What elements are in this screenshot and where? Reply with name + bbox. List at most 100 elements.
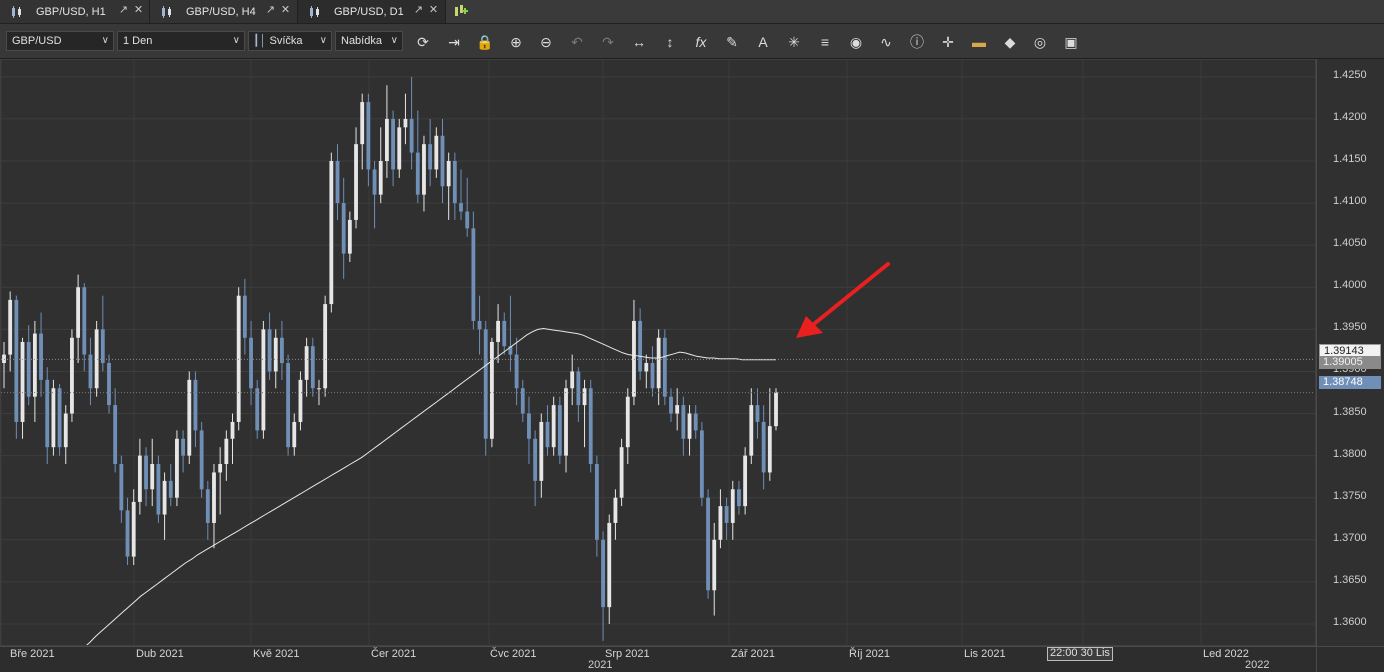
candle-body (601, 539, 605, 608)
candle-body (737, 489, 741, 507)
tab-gbpusd-d1[interactable]: GBP/USD, D1 ↗ ✕ (298, 0, 446, 23)
undo-icon[interactable]: ↶ (566, 31, 588, 53)
candle-body (347, 219, 352, 254)
close-icon[interactable]: ✕ (428, 5, 439, 16)
drawing-tools-icon[interactable]: ✳ (783, 31, 805, 53)
lock-icon[interactable]: 🔒 (474, 31, 496, 53)
moving-average-line (66, 327, 776, 663)
popout-icon[interactable]: ↗ (413, 5, 424, 16)
crosshair-icon[interactable]: ✛ (937, 31, 959, 53)
candle-body (594, 464, 599, 540)
axis-corner (1316, 646, 1384, 672)
candle-body (706, 497, 710, 591)
candle-body (483, 329, 488, 439)
candle-body (156, 464, 161, 515)
cycle-icon[interactable]: ◎ (1029, 31, 1051, 53)
zoom-out-icon[interactable]: ⊖ (535, 31, 557, 53)
price-tick-label: 1.3800 (1333, 447, 1367, 460)
time-tick-label: Kvě 2021 (253, 648, 300, 660)
candle-body (446, 161, 451, 187)
year-label: 2021 (588, 659, 613, 671)
candle-body (286, 363, 291, 448)
chart-canvas (0, 60, 1315, 663)
chart-type-select[interactable]: ┃│ Svíčka ∨ (248, 31, 332, 51)
candle-body (551, 405, 556, 448)
candle-body (168, 480, 173, 498)
candle-body (335, 161, 340, 204)
redo-icon[interactable]: ↷ (597, 31, 619, 53)
candle-body (502, 320, 507, 347)
candle-body (224, 438, 229, 465)
candle-body (255, 388, 260, 431)
candle-body (230, 421, 235, 439)
candle-body (632, 320, 636, 397)
chevron-down-icon: ∨ (232, 35, 240, 46)
symbol-select[interactable]: GBP/USD ∨ (6, 31, 114, 51)
candle-body (366, 102, 371, 170)
candle-body (329, 161, 334, 305)
paint-bucket-icon[interactable]: ◆ (999, 31, 1021, 53)
text-icon[interactable]: A (752, 31, 774, 53)
candle-body (613, 497, 618, 523)
auto-scroll-icon[interactable]: ⇥ (443, 31, 465, 53)
candle-body (699, 430, 704, 498)
candle-body (761, 421, 766, 473)
save-icon[interactable]: ▣ (1060, 31, 1082, 53)
tab-label: GBP/USD, D1 (334, 5, 404, 18)
candle-body (452, 161, 457, 204)
indicator-fx-icon[interactable]: fx (690, 31, 712, 53)
timeframe-select[interactable]: 1 Den ∨ (117, 31, 245, 51)
candle-body (415, 152, 420, 195)
crosshair-time-label: 22:00 30 Lis (1047, 647, 1113, 661)
price-tick-label: 1.4050 (1333, 237, 1367, 250)
fit-horizontal-icon[interactable]: ↔ (628, 31, 650, 53)
candle-body (82, 287, 87, 355)
price-marker-icon[interactable]: ▬ (968, 31, 990, 53)
price-tick-label: 1.3750 (1333, 489, 1367, 502)
candle-body (459, 203, 463, 212)
refresh-icon[interactable]: ⟳ (412, 31, 434, 53)
tab-bar: GBP/USD, H1 ↗ ✕ GBP/USD, H4 ↗ ✕ GBP/USD,… (0, 0, 1384, 24)
candle-body (187, 379, 192, 456)
candle-body (656, 337, 661, 389)
time-tick-label: Lis 2021 (964, 648, 1006, 660)
candle-body (638, 320, 643, 372)
candle-body (218, 464, 223, 473)
zoom-in-icon[interactable]: ⊕ (505, 31, 527, 53)
candle-body (681, 405, 686, 439)
close-icon[interactable]: ✕ (280, 5, 291, 16)
price-type-select[interactable]: Nabídka ∨ (335, 31, 403, 51)
candle-body (675, 405, 680, 414)
visibility-icon[interactable]: ◉ (845, 31, 867, 53)
time-tick-label: Zář 2021 (731, 648, 776, 660)
pencil-icon[interactable]: ✎ (721, 31, 743, 53)
candle-body (749, 405, 754, 456)
price-chart[interactable] (0, 59, 1316, 663)
candle-body (57, 388, 62, 448)
tab-gbpusd-h1[interactable]: GBP/USD, H1 ↗ ✕ (0, 0, 150, 23)
info-icon[interactable]: ⓘ (906, 31, 928, 53)
candle-body (70, 337, 74, 414)
price-tick-label: 1.3850 (1333, 405, 1367, 418)
candle-body (32, 333, 37, 397)
signal-icon[interactable]: ∿ (875, 31, 897, 53)
candle-body (397, 127, 402, 170)
time-axis[interactable]: Bře 2021 Dub 2021 Kvě 2021 Čer 2021 Čvc 2021… (0, 646, 1316, 672)
candle-body (533, 438, 538, 481)
candle-body (162, 480, 167, 515)
time-tick-label: Čvc 2021 (490, 648, 537, 660)
candle-body (730, 489, 735, 523)
new-chart-tab-icon[interactable] (452, 3, 468, 19)
candle-body (63, 413, 68, 448)
candle-body (471, 228, 476, 321)
candle-body (249, 337, 253, 389)
candle-body (650, 363, 655, 389)
popout-icon[interactable]: ↗ (118, 5, 129, 16)
close-icon[interactable]: ✕ (133, 5, 144, 16)
fit-vertical-icon[interactable]: ↕ (659, 31, 681, 53)
layers-icon[interactable]: ≡ (814, 31, 836, 53)
popout-icon[interactable]: ↗ (265, 5, 276, 16)
tab-gbpusd-h4[interactable]: GBP/USD, H4 ↗ ✕ (150, 0, 298, 23)
candle-body (181, 438, 186, 456)
candle-body (428, 144, 433, 170)
